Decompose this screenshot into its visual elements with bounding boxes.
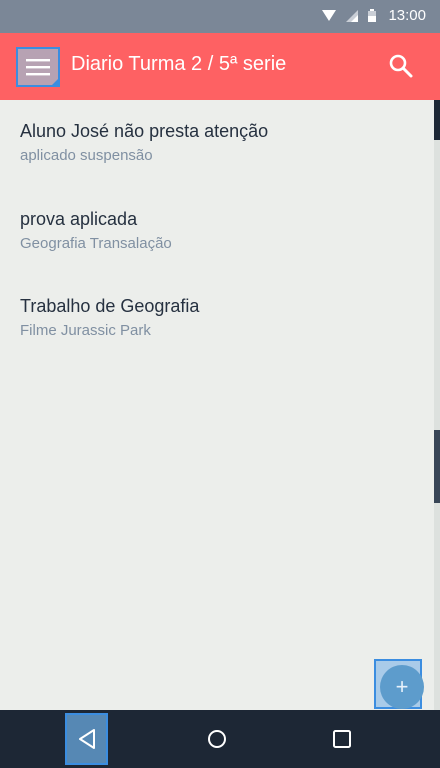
wifi-icon (322, 9, 337, 21)
hamburger-menu-icon (26, 59, 50, 76)
battery-icon (368, 9, 377, 22)
list-item-subtitle: aplicado suspensão (20, 147, 153, 164)
scrollbar-track[interactable] (434, 140, 440, 710)
back-button[interactable] (65, 713, 108, 765)
list-item-subtitle: Geografia Transalação (20, 235, 172, 252)
recents-icon[interactable] (332, 729, 352, 749)
menu-button[interactable] (16, 47, 60, 87)
list-item-title: Aluno José não presta atenção (20, 121, 269, 141)
home-icon[interactable] (207, 729, 227, 749)
list-item-title: Trabalho de Geografia (20, 296, 200, 316)
scrollbar-thumb[interactable] (434, 430, 440, 503)
content-area[interactable] (0, 100, 434, 710)
list-item[interactable]: Trabalho de Geografia Filme Jurassic Par… (20, 296, 199, 339)
status-time: 13:00 (388, 7, 426, 24)
search-icon[interactable] (388, 53, 414, 79)
status-bar: 13:00 (0, 0, 440, 33)
add-icon: + (395, 674, 409, 699)
app-bar: Diario Turma 2 / 5ª serie (0, 33, 440, 100)
list-item-title: prova aplicada (20, 209, 138, 229)
add-button[interactable]: + (380, 665, 424, 709)
status-icons: 13:00 (322, 7, 426, 24)
navigation-bar (0, 710, 440, 768)
list-item-subtitle: Filme Jurassic Park (20, 322, 151, 339)
back-icon (78, 729, 95, 749)
list-item[interactable]: Aluno José não presta atenção aplicado s… (20, 121, 268, 164)
page-title: Diario Turma 2 / 5ª serie (71, 53, 287, 75)
list-item[interactable]: prova aplicada Geografia Transalação (20, 209, 172, 252)
app-screen: 13:00 Diario Turma 2 / 5ª serie Aluno Jo… (0, 0, 440, 768)
signal-icon (346, 9, 359, 22)
